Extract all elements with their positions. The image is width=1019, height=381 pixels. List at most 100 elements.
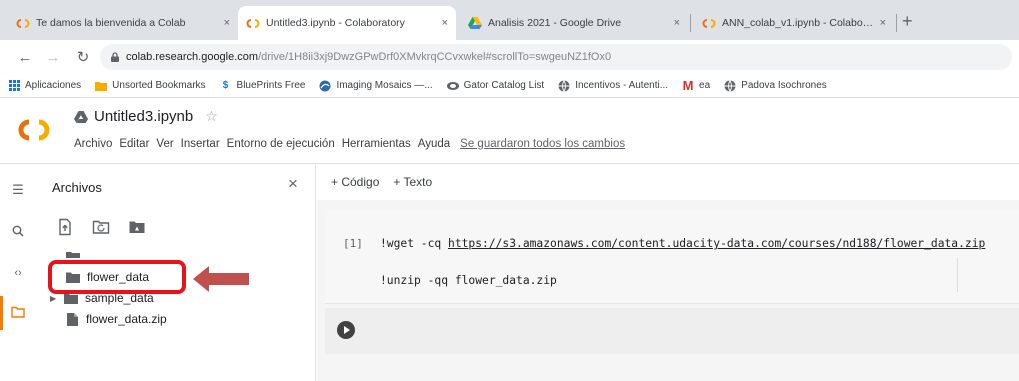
bookmark-gmail[interactable]: M ea	[682, 78, 711, 93]
tab-colab-welcome[interactable]: Te damos la bienvenida a Colab ×	[8, 6, 238, 40]
empty-code-cell[interactable]	[325, 308, 1019, 354]
chevron-right-icon[interactable]: ▶	[50, 294, 60, 303]
tab-label: Untitled3.ipynb - Colaboratory	[266, 17, 405, 29]
close-icon[interactable]: ×	[880, 17, 886, 29]
bookmark-imaging[interactable]: Imaging Mosaics —...	[319, 80, 433, 92]
code-line-2[interactable]: !unzip -qq flower_data.zip	[380, 274, 557, 287]
add-text-button[interactable]: + Texto	[393, 175, 432, 189]
notebook-editor: + Código + Texto [1] !wget -cq https://s…	[317, 165, 1019, 381]
menu-bar: Archivo Editar Ver Insertar Entorno de e…	[74, 138, 625, 150]
globe-icon	[558, 79, 570, 92]
gmail-icon: M	[682, 78, 694, 93]
bookmark-label: Unsorted Bookmarks	[112, 80, 206, 91]
add-cell-toolbar: + Código + Texto	[331, 175, 446, 189]
files-panel: Archivos × flower_data ▶ sample_data flo…	[36, 165, 316, 381]
colab-header: Untitled3.ipynb ☆ Archivo Editar Ver Ins…	[0, 98, 1019, 164]
bookmark-incentivos[interactable]: Incentivos - Autenti...	[558, 79, 669, 92]
close-icon[interactable]: ×	[442, 17, 448, 29]
notebook-title[interactable]: Untitled3.ipynb	[94, 108, 193, 125]
highlight-annotation-box	[48, 260, 186, 294]
apps-grid-icon	[8, 80, 20, 92]
colab-icon	[16, 16, 30, 30]
execution-count: [1]	[343, 237, 363, 250]
file-icon	[67, 312, 78, 326]
google-drive-icon	[468, 16, 482, 30]
forward-arrow-icon[interactable]: →	[42, 49, 64, 66]
notebook-title-row: Untitled3.ipynb ☆	[74, 108, 218, 125]
folder-icon	[64, 293, 78, 304]
parent-folder-icon[interactable]	[66, 252, 80, 258]
tab-google-drive[interactable]: Analisis 2021 - Google Drive ×	[460, 6, 688, 40]
add-code-button[interactable]: + Código	[331, 175, 379, 189]
menu-editar[interactable]: Editar	[119, 138, 149, 150]
tab-untitled3-active[interactable]: Untitled3.ipynb - Colaboratory ×	[238, 6, 456, 40]
close-icon[interactable]: ×	[674, 17, 680, 29]
menu-icon[interactable]: ☰	[0, 182, 36, 198]
upload-file-icon[interactable]	[56, 218, 74, 236]
tree-item-label: flower_data.zip	[86, 312, 167, 326]
code-line-1[interactable]: !wget -cq https://s3.amazonaws.com/conte…	[380, 237, 985, 250]
address-bar[interactable]: colab.research.google.com/drive/1H8ii3xj…	[100, 44, 1012, 70]
lock-icon	[111, 52, 119, 62]
left-activity-rail: ☰ ‹›	[0, 165, 36, 381]
menu-entorno-de-ejecucion[interactable]: Entorno de ejecución	[227, 138, 335, 150]
code-command: !wget -cq	[380, 237, 449, 250]
code-url-link[interactable]: https://s3.amazonaws.com/content.udacity…	[448, 237, 985, 250]
bookmark-label: Imaging Mosaics —...	[336, 80, 433, 91]
menu-herramientas[interactable]: Herramientas	[342, 138, 411, 150]
bookmark-label: ea	[699, 80, 711, 91]
bookmarks-bar: Aplicaciones Unsorted Bookmarks $ BluePr…	[0, 74, 1019, 98]
close-icon[interactable]: ×	[224, 17, 230, 29]
menu-ver[interactable]: Ver	[156, 138, 173, 150]
bookmark-label: Padova Isochrones	[741, 80, 827, 91]
bookmark-blueprints[interactable]: $ BluePrints Free	[220, 80, 306, 92]
url-path: /drive/1H8ii3xj9DwzGPwDrf0XMvkrqCCvxwkel…	[258, 51, 612, 63]
new-tab-button[interactable]: +	[902, 12, 913, 30]
bookmark-label: BluePrints Free	[236, 80, 306, 91]
blueprints-icon: $	[222, 80, 229, 91]
colab-icon	[246, 16, 260, 30]
save-status-link[interactable]: Se guardaron todos los cambios	[460, 138, 625, 150]
folder-icon[interactable]	[0, 306, 36, 321]
run-cell-icon[interactable]	[337, 321, 355, 339]
code-snippets-icon[interactable]: ‹›	[0, 267, 36, 279]
reload-icon[interactable]: ↻	[72, 48, 94, 66]
files-actions	[56, 218, 164, 236]
back-arrow-icon[interactable]: ←	[14, 49, 36, 66]
annotation-arrow-icon	[193, 266, 249, 292]
gator-icon	[446, 80, 459, 92]
browser-toolbar: ← → ↻ colab.research.google.com/drive/1H…	[0, 40, 1019, 74]
url-host: colab.research.google.com	[126, 51, 259, 63]
bookmark-label: Aplicaciones	[25, 80, 82, 91]
tab-label: Analisis 2021 - Google Drive	[488, 17, 622, 29]
tab-ann-colab[interactable]: ANN_colab_v1.ipynb - Colaborat ×	[694, 6, 894, 40]
bookmark-unsorted[interactable]: Unsorted Bookmarks	[95, 80, 206, 92]
drive-folder-icon[interactable]	[128, 218, 146, 236]
bookmark-aplicaciones[interactable]: Aplicaciones	[8, 80, 81, 92]
refresh-folder-icon[interactable]	[92, 218, 110, 236]
colab-logo-icon[interactable]	[14, 118, 54, 142]
browser-tab-strip: Te damos la bienvenida a Colab × Untitle…	[0, 0, 1019, 40]
cells-area: [1] !wget -cq https://s3.amazonaws.com/c…	[317, 200, 1019, 381]
bookmark-gator[interactable]: Gator Catalog List	[446, 80, 545, 92]
colab-icon	[702, 16, 716, 30]
menu-archivo[interactable]: Archivo	[74, 138, 112, 150]
google-drive-icon	[74, 110, 88, 123]
star-icon[interactable]: ☆	[205, 108, 218, 125]
code-cell[interactable]: [1] !wget -cq https://s3.amazonaws.com/c…	[325, 210, 1019, 304]
globe-icon	[724, 79, 736, 92]
tab-label: Te damos la bienvenida a Colab	[36, 17, 186, 29]
menu-ayuda[interactable]: Ayuda	[418, 138, 450, 150]
cell-divider	[957, 258, 958, 292]
bookmark-padova[interactable]: Padova Isochrones	[724, 79, 827, 92]
menu-insertar[interactable]: Insertar	[181, 138, 220, 150]
imaging-icon	[319, 80, 331, 92]
tab-separator	[690, 14, 691, 32]
close-icon[interactable]: ×	[288, 174, 298, 194]
files-panel-title: Archivos	[52, 180, 102, 195]
tree-item-flower-data-zip[interactable]: flower_data.zip	[67, 312, 167, 326]
folder-icon	[95, 80, 108, 92]
search-icon[interactable]	[0, 225, 36, 240]
bookmark-label: Incentivos - Autenti...	[575, 80, 669, 91]
bookmark-label: Gator Catalog List	[463, 80, 545, 91]
